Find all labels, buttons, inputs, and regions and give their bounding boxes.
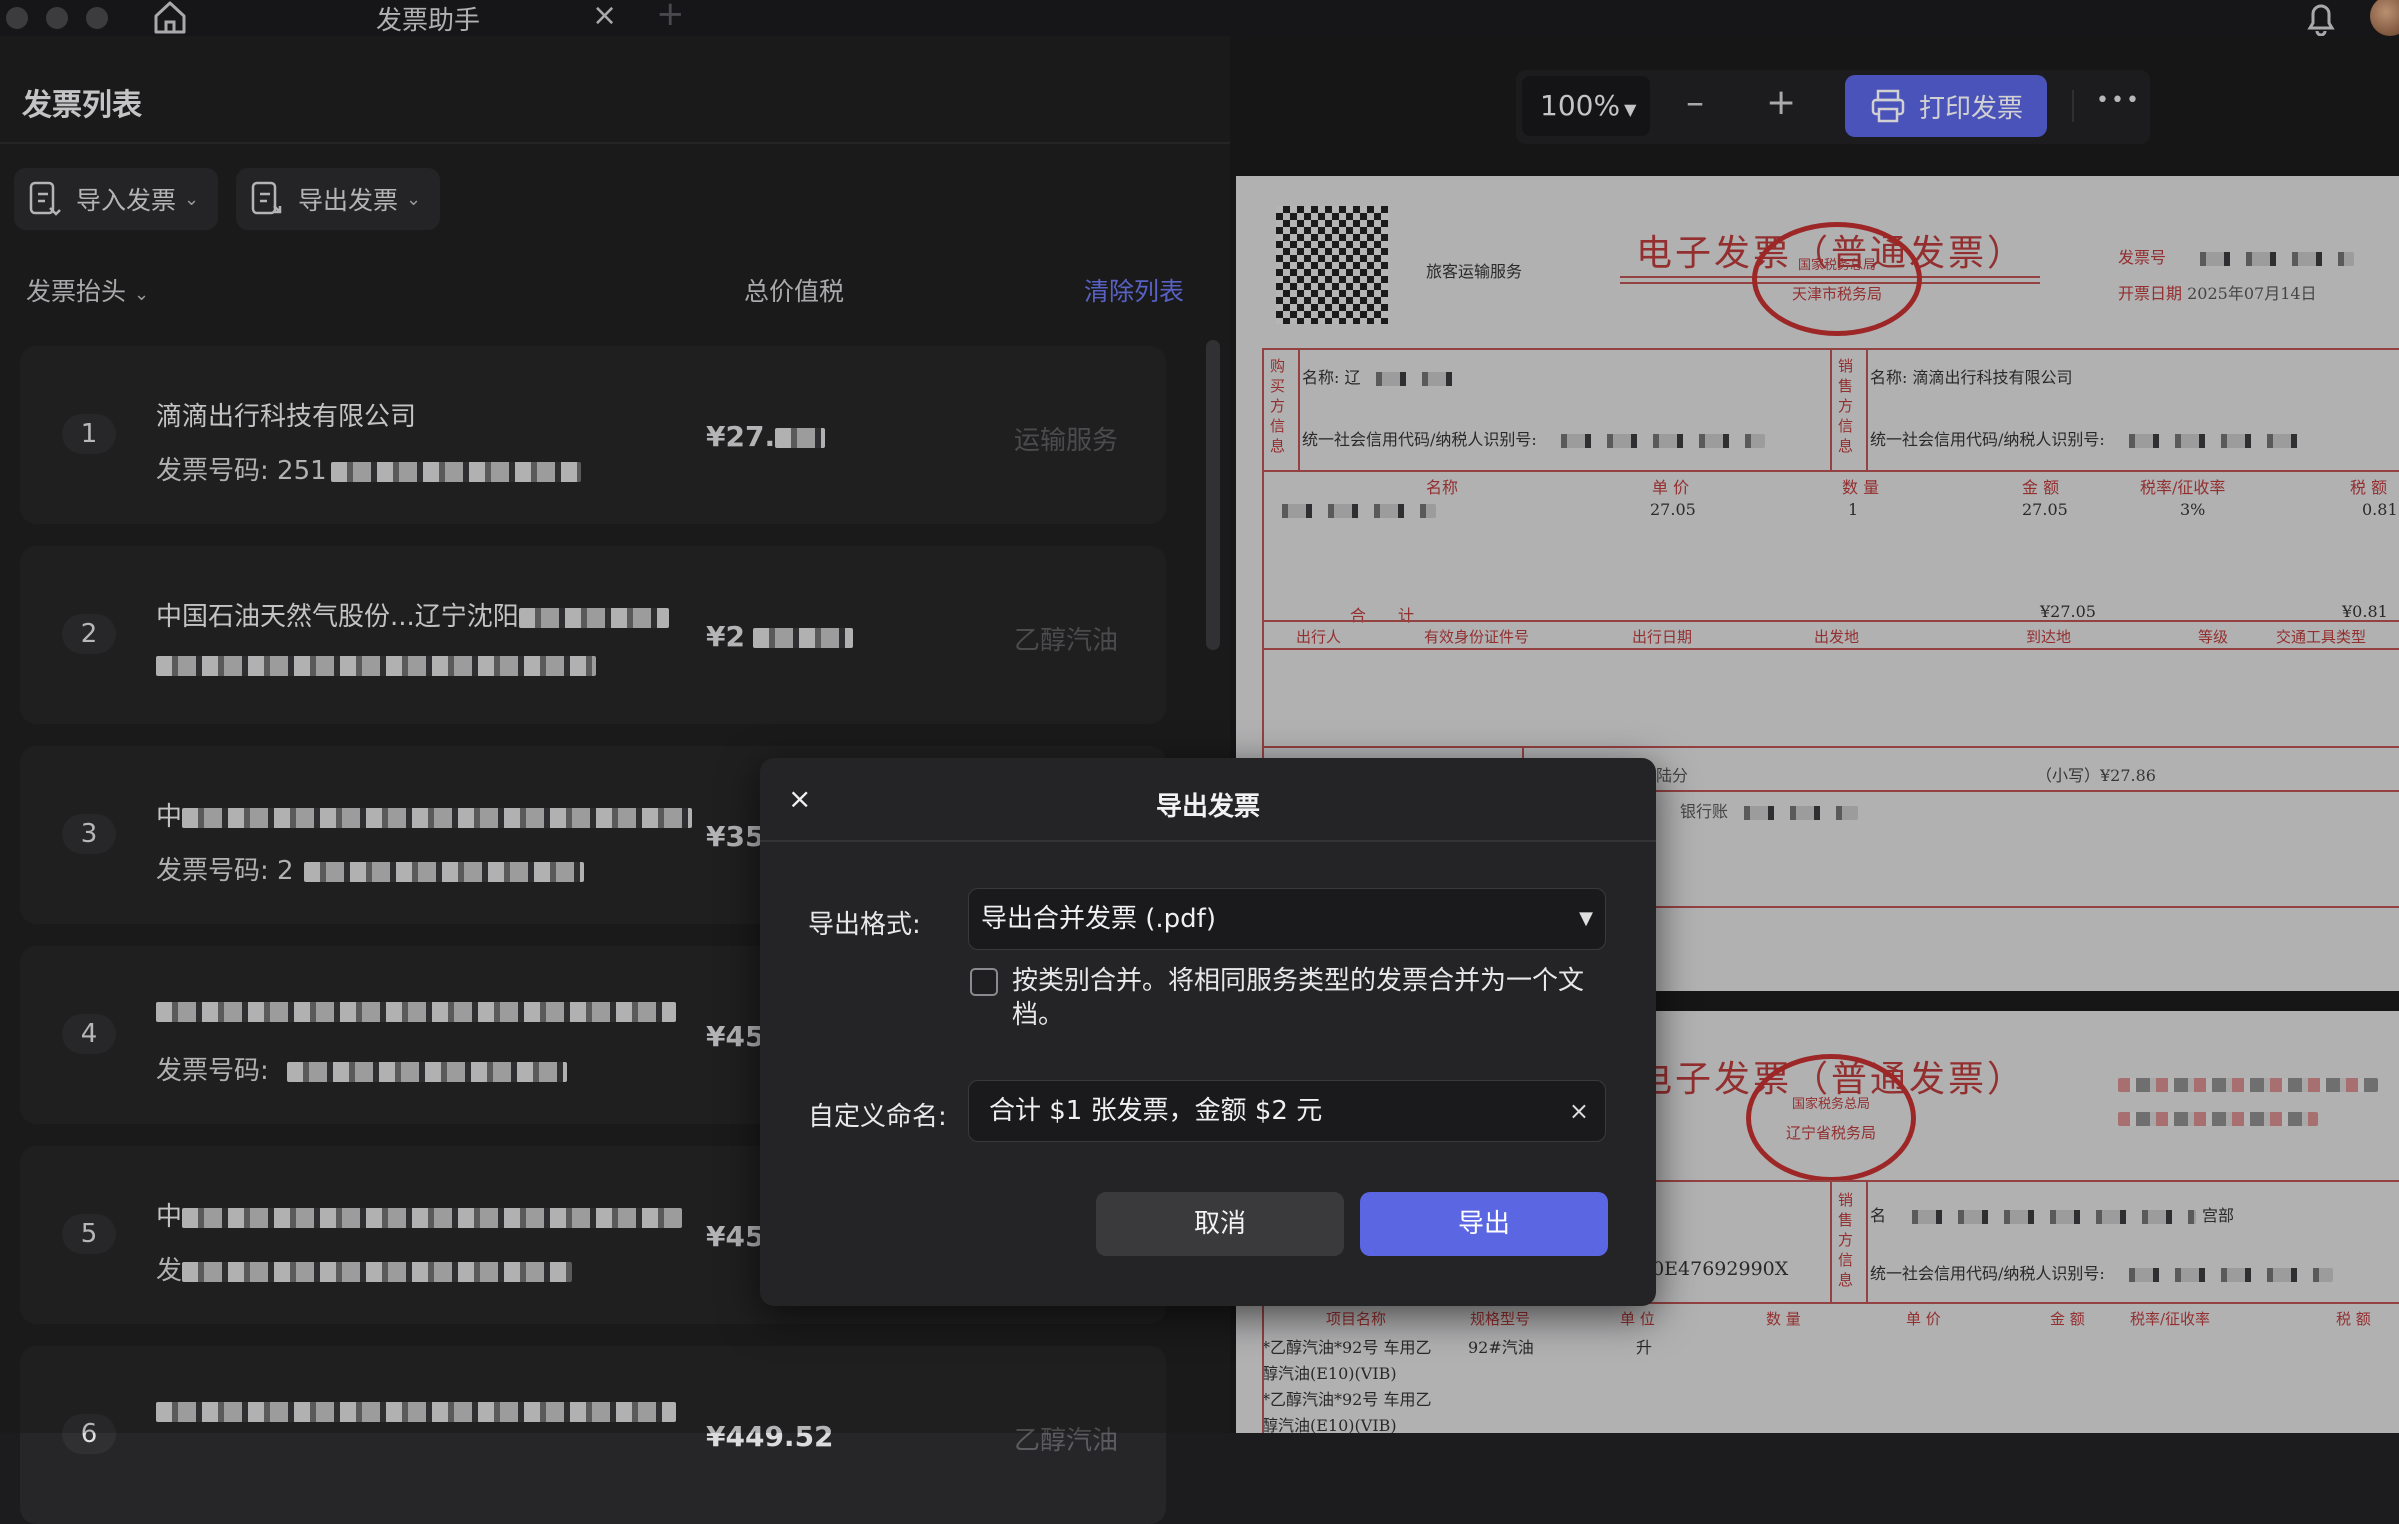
custom-name-label: 自定义命名: xyxy=(808,1102,947,1132)
custom-name-input[interactable]: 合计 $1 张发票，金额 $2 元 × xyxy=(968,1080,1606,1142)
merge-by-category-label[interactable]: 按类别合并。将相同服务类型的发票合并为一个文档。 xyxy=(1012,964,1602,1032)
dialog-title: 导出发票 xyxy=(1155,792,1260,822)
export-format-select[interactable]: 导出合并发票 (.pdf) ▼ xyxy=(968,888,1606,950)
cancel-button[interactable]: 取消 xyxy=(1096,1192,1344,1256)
export-format-label: 导出格式: xyxy=(808,910,921,940)
custom-name-value: 合计 $1 张发票，金额 $2 元 xyxy=(989,1096,1323,1126)
merge-by-category-checkbox[interactable] xyxy=(970,968,998,996)
export-button[interactable]: 导出 xyxy=(1360,1192,1608,1256)
dialog-divider xyxy=(760,840,1656,842)
clear-input-icon[interactable]: × xyxy=(1569,1081,1589,1141)
caret-down-icon: ▼ xyxy=(1579,908,1593,929)
export-dialog: × 导出发票 导出格式: 导出合并发票 (.pdf) ▼ 按类别合并。将相同服务… xyxy=(760,758,1656,1306)
export-format-value: 导出合并发票 (.pdf) xyxy=(981,904,1216,934)
